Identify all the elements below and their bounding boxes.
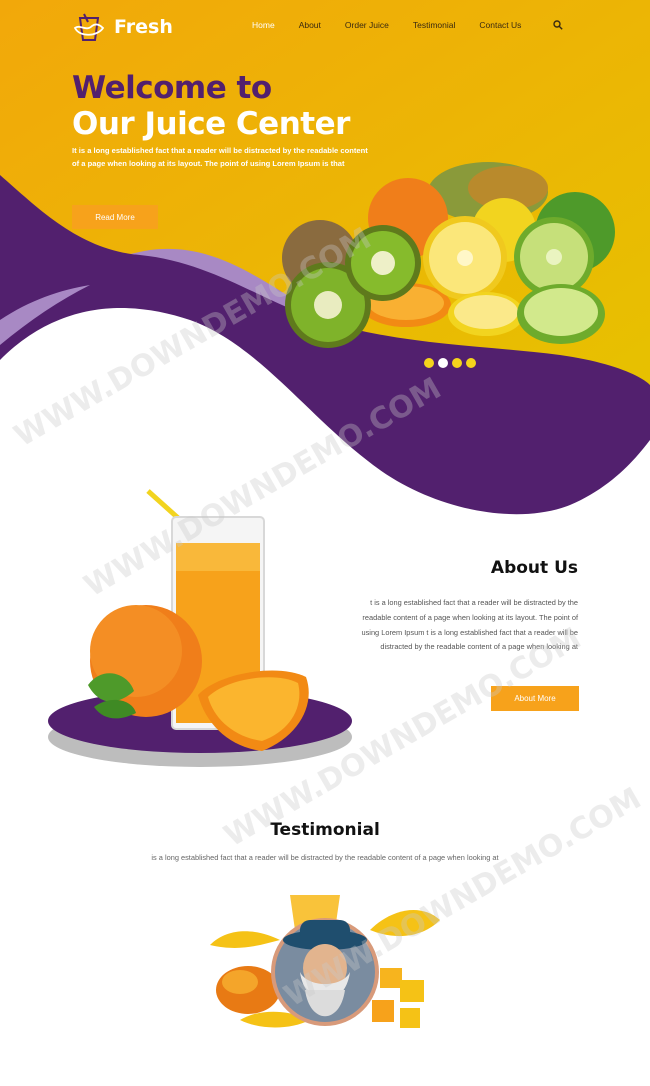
main-menu: Home About Order Juice Testimonial Conta… [252,20,545,30]
search-icon[interactable] [553,20,563,30]
brand-logo[interactable]: Fresh [72,10,173,44]
about-title: About Us [490,558,578,578]
hero-title-line1: Welcome to [72,70,272,106]
page: Fresh Home About Order Juice Testimonial… [0,0,650,1086]
slider-dot-3[interactable] [452,358,462,368]
brand-name: Fresh [114,16,173,38]
juice-glass-logo-icon [73,13,105,41]
testimonial-description: is a long established fact that a reader… [151,853,499,862]
about-description: t is a long established fact that a read… [361,598,579,652]
hero-slider-dots [424,358,476,368]
slider-dot-2[interactable] [438,358,448,368]
slider-dot-1[interactable] [424,358,434,368]
nav-item-about[interactable]: About [299,20,321,30]
juice-glass-image [48,489,352,767]
read-more-button[interactable]: Read More [72,205,158,229]
testimonial-title: Testimonial [270,820,380,840]
top-navigation: Fresh Home About Order Juice Testimonial… [0,0,650,52]
fruits-illustration [282,162,615,348]
nav-item-order-juice[interactable]: Order Juice [345,20,389,30]
nav-item-home[interactable]: Home [252,20,275,30]
nav-item-contact-us[interactable]: Contact Us [479,20,521,30]
about-more-button[interactable]: About More [491,686,579,711]
testimonial-avatar-image [210,895,440,1028]
nav-item-testimonial[interactable]: Testimonial [413,20,456,30]
slider-dot-4[interactable] [466,358,476,368]
hero-title-line2: Our Juice Center [72,106,350,142]
